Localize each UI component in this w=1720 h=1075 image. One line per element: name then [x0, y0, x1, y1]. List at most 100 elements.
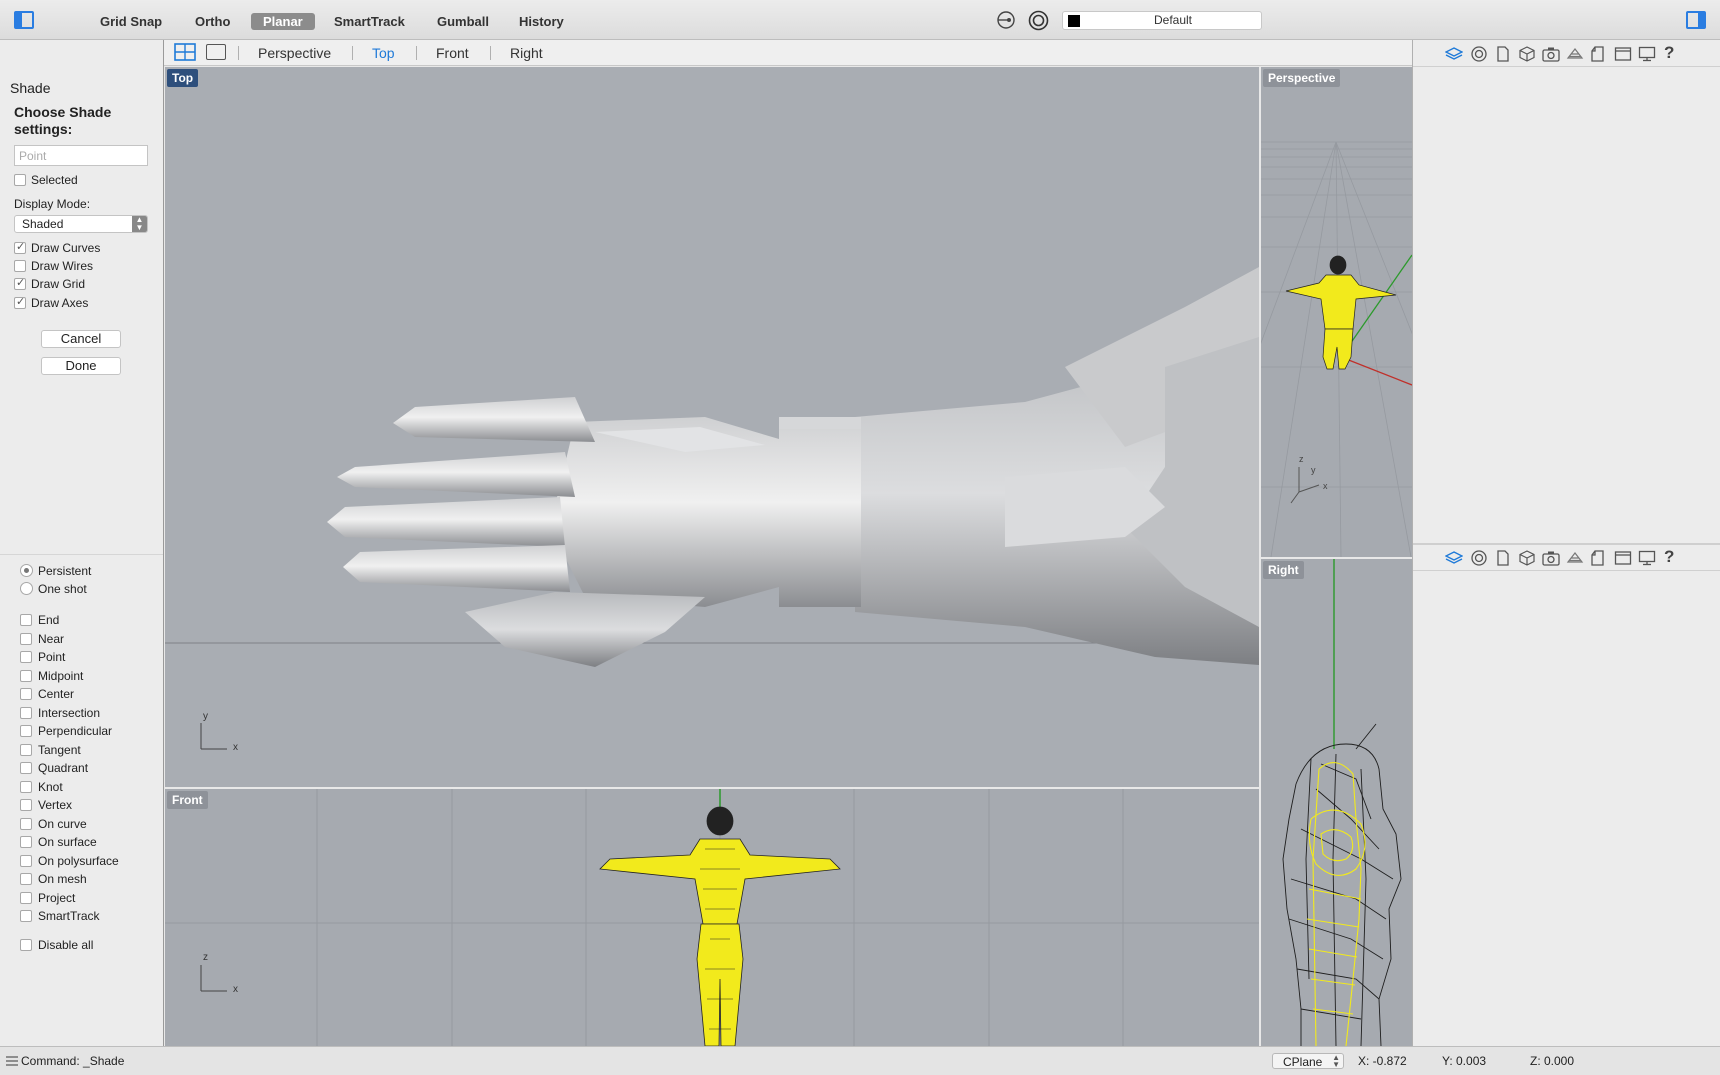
osnap-checkbox[interactable]: [20, 836, 32, 848]
osnap-checkbox[interactable]: [20, 855, 32, 867]
osnap-checkbox[interactable]: [20, 781, 32, 793]
disable-all-label[interactable]: Disable all: [38, 938, 93, 952]
osnap-checkbox[interactable]: [20, 799, 32, 811]
help-icon[interactable]: ?: [1664, 43, 1682, 62]
command-line[interactable]: Command: _Shade: [21, 1054, 124, 1068]
single-viewport-layout-icon[interactable]: [206, 44, 226, 60]
osnap-checkbox[interactable]: [20, 744, 32, 756]
tab-front[interactable]: Front: [436, 45, 469, 61]
help-icon[interactable]: ?: [1664, 547, 1682, 566]
osnap-label[interactable]: Tangent: [38, 743, 81, 757]
draw-curves-label[interactable]: Draw Curves: [31, 241, 100, 255]
draw-grid-checkbox[interactable]: [14, 276, 26, 290]
osnap-oneshot-label[interactable]: One shot: [38, 582, 87, 596]
object-icon[interactable]: [1518, 46, 1536, 62]
viewport-top[interactable]: Top y x: [165, 67, 1259, 787]
display-icon[interactable]: [1638, 46, 1656, 62]
selected-checkbox[interactable]: [14, 174, 26, 186]
four-viewport-layout-icon[interactable]: [174, 43, 196, 61]
osnap-label[interactable]: On mesh: [38, 872, 87, 886]
osnap-checkbox[interactable]: [20, 670, 32, 682]
osnap-label[interactable]: Quadrant: [38, 761, 88, 775]
point-input[interactable]: [14, 145, 148, 166]
sidebar-left-icon[interactable]: [14, 11, 34, 29]
tab-top[interactable]: Top: [372, 45, 395, 61]
layers-icon[interactable]: [1445, 46, 1463, 62]
disable-all-checkbox[interactable]: [20, 939, 32, 951]
viewport-label-perspective[interactable]: Perspective: [1263, 69, 1341, 87]
osnap-label[interactable]: On surface: [38, 835, 97, 849]
osnap-label[interactable]: Perpendicular: [38, 724, 112, 738]
sidebar-right-icon[interactable]: [1686, 11, 1706, 29]
camera-icon[interactable]: [1542, 550, 1560, 566]
text-icon[interactable]: [1590, 550, 1608, 566]
draw-axes-checkbox[interactable]: [14, 295, 26, 309]
osnap-label[interactable]: Midpoint: [38, 669, 83, 683]
properties-icon[interactable]: [1470, 46, 1488, 62]
draw-curves-checkbox[interactable]: [14, 240, 26, 254]
gumball-toggle[interactable]: Gumball: [425, 13, 501, 30]
osnap-checkbox[interactable]: [20, 688, 32, 700]
osnap-label[interactable]: Intersection: [38, 706, 100, 720]
osnap-checkbox[interactable]: [20, 762, 32, 774]
cplane-select[interactable]: CPlane ▲ ▼: [1272, 1053, 1344, 1069]
osnap-checkbox[interactable]: [20, 873, 32, 885]
osnap-persistent-radio[interactable]: [20, 564, 33, 577]
viewport-label-front[interactable]: Front: [167, 791, 208, 809]
osnap-label[interactable]: Point: [38, 650, 65, 664]
properties-icon[interactable]: [1470, 550, 1488, 566]
osnap-label[interactable]: On curve: [38, 817, 87, 831]
display-mode-select[interactable]: Shaded ▲ ▼: [14, 215, 148, 233]
record-history-icon[interactable]: [1028, 10, 1049, 31]
osnap-checkbox[interactable]: [20, 633, 32, 645]
history-toggle[interactable]: History: [507, 13, 576, 30]
osnap-label[interactable]: SmartTrack: [38, 909, 100, 923]
viewport-front[interactable]: Front z x: [165, 789, 1259, 1046]
tab-perspective[interactable]: Perspective: [258, 45, 331, 61]
draw-wires-label[interactable]: Draw Wires: [31, 259, 93, 273]
ortho-toggle[interactable]: Ortho: [183, 13, 242, 30]
viewport-label-right[interactable]: Right: [1263, 561, 1304, 579]
gumball-icon[interactable]: [996, 11, 1016, 29]
tab-right[interactable]: Right: [510, 45, 543, 61]
osnap-label[interactable]: Knot: [38, 780, 63, 794]
viewport-perspective[interactable]: Perspective z y x: [1261, 67, 1412, 557]
draw-wires-checkbox[interactable]: [14, 260, 26, 272]
object-icon[interactable]: [1518, 550, 1536, 566]
osnap-label[interactable]: Project: [38, 891, 75, 905]
window-icon[interactable]: [1614, 46, 1632, 62]
command-history-icon[interactable]: [6, 1056, 18, 1066]
osnap-label[interactable]: Vertex: [38, 798, 72, 812]
osnap-checkbox[interactable]: [20, 892, 32, 904]
materials-icon[interactable]: [1566, 550, 1584, 566]
osnap-label[interactable]: Near: [38, 632, 64, 646]
osnap-label[interactable]: On polysurface: [38, 854, 119, 868]
window-icon[interactable]: [1614, 550, 1632, 566]
osnap-checkbox[interactable]: [20, 725, 32, 737]
osnap-checkbox[interactable]: [20, 651, 32, 663]
osnap-checkbox[interactable]: [20, 614, 32, 626]
viewport-right[interactable]: Right: [1261, 559, 1412, 1046]
grid-snap-toggle[interactable]: Grid Snap: [88, 13, 174, 30]
smarttrack-toggle[interactable]: SmartTrack: [322, 13, 417, 30]
osnap-label[interactable]: Center: [38, 687, 74, 701]
done-button[interactable]: Done: [41, 357, 121, 375]
osnap-checkbox[interactable]: [20, 707, 32, 719]
display-icon[interactable]: [1638, 550, 1656, 566]
osnap-checkbox[interactable]: [20, 910, 32, 922]
osnap-checkbox[interactable]: [20, 818, 32, 830]
camera-icon[interactable]: [1542, 46, 1560, 62]
draw-axes-label[interactable]: Draw Axes: [31, 296, 88, 310]
text-icon[interactable]: [1590, 46, 1608, 62]
current-layer-select[interactable]: Default: [1062, 11, 1262, 30]
cancel-button[interactable]: Cancel: [41, 330, 121, 348]
document-icon[interactable]: [1494, 46, 1512, 62]
planar-toggle[interactable]: Planar: [251, 13, 315, 30]
layers-icon[interactable]: [1445, 550, 1463, 566]
materials-icon[interactable]: [1566, 46, 1584, 62]
viewport-label-top[interactable]: Top: [167, 69, 199, 87]
osnap-label[interactable]: End: [38, 613, 59, 627]
selected-label[interactable]: Selected: [31, 173, 78, 187]
osnap-oneshot-radio[interactable]: [20, 582, 33, 595]
osnap-persistent-label[interactable]: Persistent: [38, 564, 91, 578]
